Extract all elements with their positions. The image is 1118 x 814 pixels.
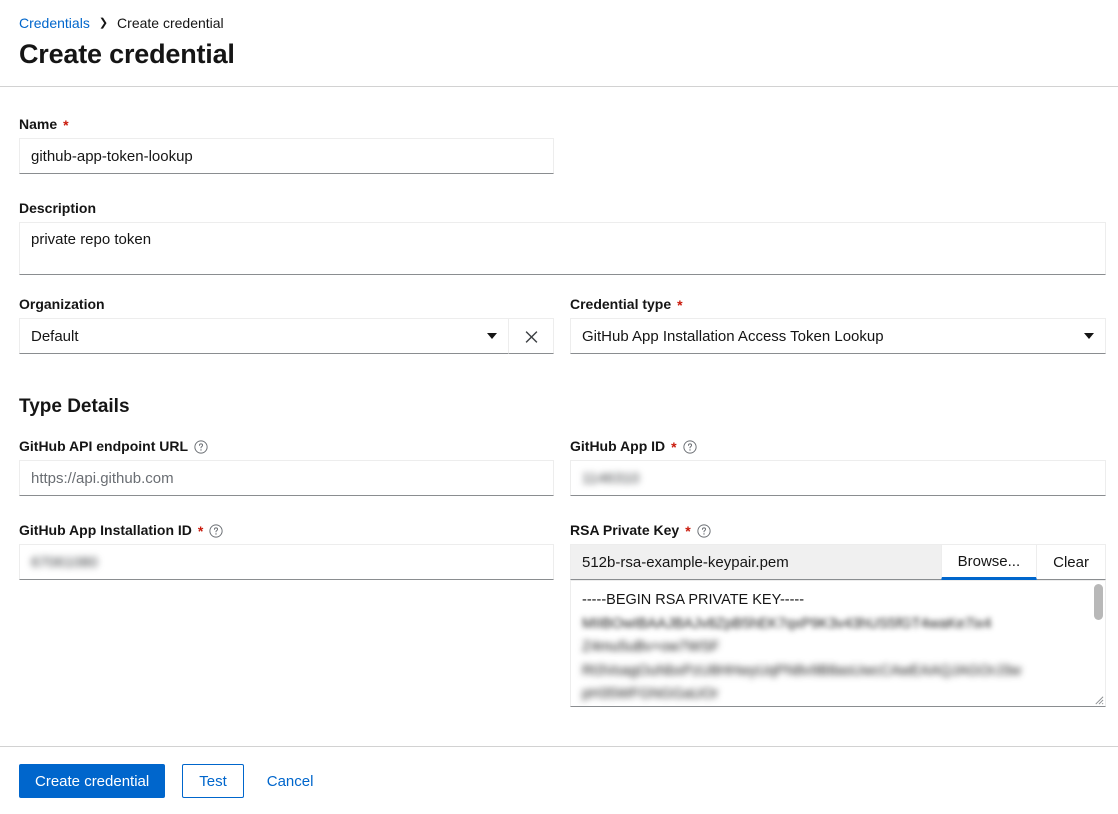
rsa-key-label-text: RSA Private Key [570,523,679,537]
installation-id-label-text: GitHub App Installation ID [19,523,192,537]
api-endpoint-label-text: GitHub API endpoint URL [19,439,188,453]
organization-select-group: Default [19,318,554,354]
field-installation-id: GitHub App Installation ID * 67061080 [19,523,554,580]
test-button[interactable]: Test [182,764,244,798]
field-rsa-private-key: RSA Private Key * 512b-rsa-example-keypa… [570,523,1106,707]
credential-type-label: Credential type * [570,297,1106,311]
help-circle-icon[interactable] [209,524,223,538]
form-actions: Create credential Test Cancel [19,764,319,798]
breadcrumb-separator-icon: ❯ [99,18,108,29]
credential-form: Name * Description Organization Default [0,86,1118,731]
cancel-button[interactable]: Cancel [261,764,320,798]
chevron-down-icon [487,333,497,339]
field-name: Name * [19,117,554,174]
field-app-id: GitHub App ID * 1146310 [570,439,1106,496]
rsa-key-textarea[interactable]: -----BEGIN RSA PRIVATE KEY----- MIIBOwIB… [570,580,1106,707]
credential-type-required-marker: * [677,298,682,312]
installation-id-input[interactable]: 67061080 [19,544,554,580]
type-details-heading: Type Details [19,396,554,418]
description-label: Description [19,201,1106,215]
organization-clear-button[interactable] [509,318,554,354]
create-credential-page: Credentials ❯ Create credential Create c… [0,0,1118,814]
help-circle-icon[interactable] [683,440,697,454]
name-input[interactable] [19,138,554,174]
rsa-key-file-row: 512b-rsa-example-keypair.pem Browse... C… [570,544,1106,580]
clear-file-button[interactable]: Clear [1037,544,1106,580]
installation-id-required-marker: * [198,524,203,538]
rsa-key-line: Rt3VoagOuNbxPzU8HHwyUqPN8v9B8asUwcCAwEAA… [582,660,1094,684]
rsa-key-scrollbar-thumb[interactable] [1094,584,1103,620]
description-input[interactable] [19,222,1106,275]
organization-select[interactable]: Default [19,318,509,354]
credential-type-selected-value: GitHub App Installation Access Token Loo… [582,328,884,345]
organization-label-text: Organization [19,297,105,311]
name-label: Name * [19,117,554,131]
help-circle-icon[interactable] [697,524,711,538]
field-credential-type: Credential type * GitHub App Installatio… [570,297,1106,354]
rsa-key-line: Z4mu5uBv+ow7WSF [582,636,1094,660]
page-title: Create credential [19,39,235,70]
app-id-label-text: GitHub App ID [570,439,665,453]
rsa-key-file-name: 512b-rsa-example-keypair.pem [570,544,941,580]
api-endpoint-label: GitHub API endpoint URL [19,439,554,453]
rsa-key-scrollbar[interactable] [1094,584,1103,703]
footer-divider [0,746,1118,747]
organization-selected-value: Default [31,328,79,345]
installation-id-value: 67061080 [31,554,98,571]
app-id-label: GitHub App ID * [570,439,1106,453]
api-endpoint-input[interactable] [19,460,554,496]
description-label-text: Description [19,201,96,215]
rsa-key-required-marker: * [685,524,690,538]
resize-handle-icon[interactable] [1093,694,1104,705]
create-credential-button[interactable]: Create credential [19,764,165,798]
organization-label: Organization [19,297,554,311]
name-required-marker: * [63,118,68,132]
field-api-endpoint: GitHub API endpoint URL [19,439,554,496]
browse-button[interactable]: Browse... [941,544,1038,580]
name-label-text: Name [19,117,57,131]
breadcrumb-link-credentials[interactable]: Credentials [19,15,90,31]
field-organization: Organization Default [19,297,554,354]
rsa-key-textarea-wrap: -----BEGIN RSA PRIVATE KEY----- MIIBOwIB… [570,580,1106,707]
app-id-required-marker: * [671,440,676,454]
help-circle-icon[interactable] [194,440,208,454]
rsa-key-label: RSA Private Key * [570,523,1106,537]
app-id-input[interactable]: 1146310 [570,460,1106,496]
rsa-key-line: pH35WFGNGGaUOr [582,683,1094,707]
close-icon [525,330,538,343]
app-id-value: 1146310 [582,470,639,487]
credential-type-label-text: Credential type [570,297,671,311]
type-details-title: Type Details [19,396,554,418]
chevron-down-icon [1084,333,1094,339]
credential-type-select[interactable]: GitHub App Installation Access Token Loo… [570,318,1106,354]
breadcrumb-current: Create credential [117,15,224,31]
rsa-key-line: MIIBOwIBAAJBAJv8ZpB5hEK7qxP9K3v43hUS5fGT… [582,613,1094,637]
installation-id-label: GitHub App Installation ID * [19,523,554,537]
rsa-key-line: -----BEGIN RSA PRIVATE KEY----- [582,589,1094,613]
field-description: Description [19,201,1106,280]
breadcrumb: Credentials ❯ Create credential [19,15,224,31]
credential-type-select-group: GitHub App Installation Access Token Loo… [570,318,1106,354]
